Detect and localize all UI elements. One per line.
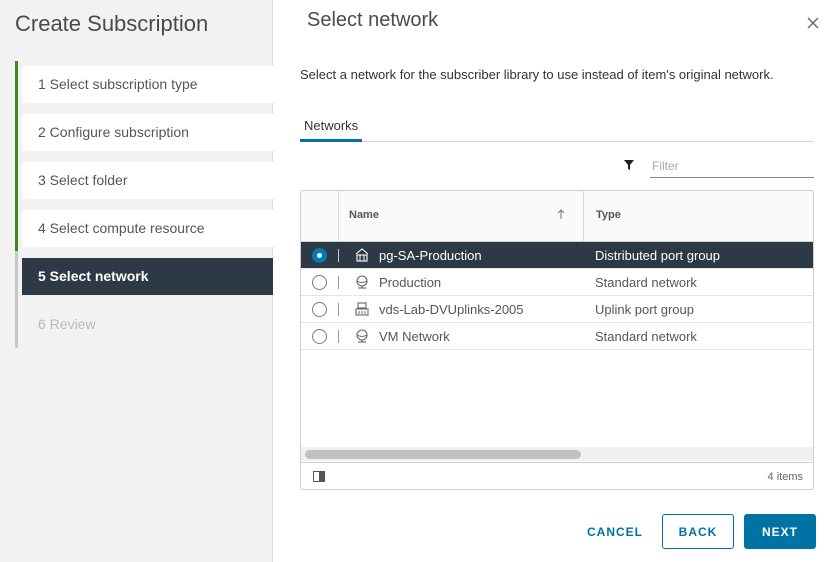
- column-separator: [338, 191, 339, 241]
- row-radio[interactable]: [312, 329, 327, 344]
- row-radio[interactable]: [312, 302, 327, 317]
- distributed-port-group-icon: [355, 248, 369, 262]
- next-button[interactable]: NEXT: [744, 514, 816, 549]
- wizard-step-select-folder[interactable]: 3 Select folder: [22, 162, 273, 199]
- column-toggle-icon[interactable]: [313, 471, 325, 482]
- item-count: 4 items: [767, 471, 803, 483]
- row-divider: [338, 276, 339, 289]
- row-divider: [338, 303, 339, 316]
- steps-progress-bar: [15, 61, 18, 251]
- table-row[interactable]: pg-SA-Production Distributed port group: [301, 242, 813, 269]
- row-type: Standard network: [595, 275, 697, 290]
- wizard-step-configure-subscription[interactable]: 2 Configure subscription: [22, 114, 273, 151]
- wizard-content: Select network Select a network for the …: [274, 0, 835, 562]
- table-row[interactable]: vds-Lab-DVUplinks-2005 Uplink port group: [301, 296, 813, 323]
- wizard-step-select-subscription-type[interactable]: 1 Select subscription type: [22, 66, 273, 103]
- row-divider: [338, 330, 339, 343]
- networks-grid: Name Type pg-SA-Production Distributed p…: [300, 190, 814, 490]
- wizard-step-select-compute-resource[interactable]: 4 Select compute resource: [22, 210, 273, 247]
- uplink-port-group-icon: [355, 302, 369, 316]
- row-name: pg-SA-Production: [379, 248, 482, 263]
- wizard-step-select-network[interactable]: 5 Select network: [22, 258, 273, 295]
- horizontal-scrollbar[interactable]: [301, 447, 813, 461]
- row-divider: [338, 249, 339, 262]
- filter-icon: [624, 160, 634, 170]
- column-header-type[interactable]: Type: [596, 209, 621, 221]
- row-name: Production: [379, 275, 442, 290]
- row-name: vds-Lab-DVUplinks-2005: [379, 302, 524, 317]
- tab-networks[interactable]: Networks: [300, 114, 363, 142]
- sort-ascending-icon[interactable]: [556, 208, 566, 220]
- wizard-step-review: 6 Review: [38, 316, 96, 332]
- filter-box: [624, 154, 814, 178]
- cancel-button[interactable]: CANCEL: [580, 514, 650, 549]
- row-type: Uplink port group: [595, 302, 694, 317]
- row-radio[interactable]: [312, 275, 327, 290]
- table-row[interactable]: VM Network Standard network: [301, 323, 813, 350]
- wizard-sidebar: Create Subscription 1 Select subscriptio…: [0, 0, 273, 562]
- filter-input[interactable]: [650, 154, 814, 178]
- wizard-title: Create Subscription: [15, 11, 209, 36]
- standard-network-icon: [356, 275, 368, 289]
- page-title: Select network: [307, 9, 439, 31]
- row-type: Standard network: [595, 329, 697, 344]
- grid-header: Name Type: [301, 191, 813, 242]
- scrollbar-thumb[interactable]: [305, 450, 581, 459]
- row-radio[interactable]: [312, 248, 327, 263]
- close-icon[interactable]: [805, 15, 821, 31]
- column-separator[interactable]: [583, 191, 584, 241]
- standard-network-icon: [356, 329, 368, 343]
- row-name: VM Network: [379, 329, 450, 344]
- table-row[interactable]: Production Standard network: [301, 269, 813, 296]
- row-type: Distributed port group: [595, 248, 721, 263]
- grid-footer: 4 items: [301, 462, 813, 489]
- page-description: Select a network for the subscriber libr…: [300, 67, 774, 82]
- steps-remaining-bar: [15, 251, 18, 348]
- back-button[interactable]: BACK: [662, 514, 734, 549]
- tab-bar: Networks: [300, 114, 814, 142]
- column-header-name[interactable]: Name: [349, 209, 379, 221]
